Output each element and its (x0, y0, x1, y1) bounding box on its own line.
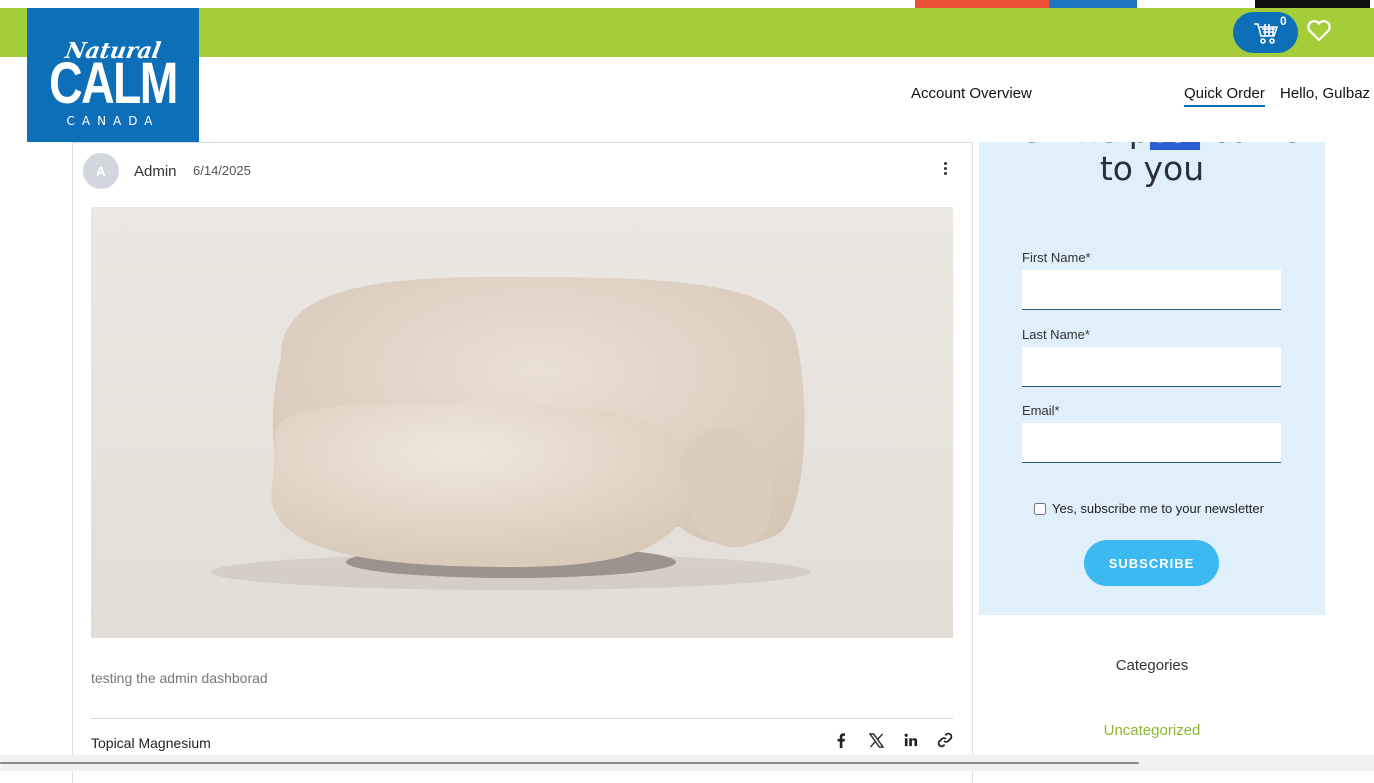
subscribe-button[interactable]: SUBSCRIBE (1084, 540, 1219, 586)
nav-quick-order[interactable]: Quick Order (1184, 85, 1265, 107)
top-strip-blue (1049, 0, 1137, 8)
post-excerpt: testing the admin dashborad (91, 670, 268, 686)
linkedin-icon (904, 733, 918, 747)
author-avatar[interactable]: A (83, 153, 119, 189)
post-category-link[interactable]: Topical Magnesium (91, 735, 211, 751)
share-linkedin-button[interactable] (902, 731, 920, 749)
more-options-button[interactable] (938, 160, 952, 176)
share-facebook-button[interactable] (832, 731, 850, 749)
share-x-button[interactable] (867, 731, 885, 749)
email-label: Email* (1022, 403, 1060, 418)
post-date: 6/14/2025 (193, 163, 251, 178)
x-icon (868, 732, 884, 748)
newsletter-title-part1: Let the p (1002, 111, 1150, 150)
first-name-field[interactable] (1022, 270, 1281, 310)
newsletter-title: Let the post come to you (979, 111, 1325, 188)
more-vertical-icon-dot (943, 161, 947, 165)
top-strip-black (1255, 0, 1370, 8)
facebook-icon (837, 732, 846, 748)
logo-word: CALM (49, 51, 178, 116)
last-name-label: Last Name* (1022, 327, 1090, 342)
first-name-label: First Name* (1022, 250, 1091, 265)
logo-subtitle: CANADA (66, 114, 160, 128)
cart-button[interactable] (1233, 12, 1298, 53)
post-cover-image[interactable] (91, 207, 953, 638)
categories-heading: Categories (1115, 657, 1189, 674)
sofa-illustration (211, 277, 811, 590)
link-icon (937, 732, 953, 748)
top-strip-red (915, 0, 1049, 8)
cart-icon (1253, 22, 1278, 44)
newsletter-consent-label: Yes, subscribe me to your newsletter (1052, 501, 1264, 516)
heart-icon (1307, 20, 1331, 42)
header-green-bar (0, 8, 1374, 57)
share-copy-link-button[interactable] (936, 731, 954, 749)
author-name[interactable]: Admin (134, 163, 177, 180)
email-field[interactable] (1022, 423, 1281, 463)
newsletter-consent[interactable]: Yes, subscribe me to your newsletter (1034, 501, 1264, 516)
newsletter-title-line2: to you (1099, 149, 1205, 188)
more-vertical-icon-dot (943, 171, 947, 175)
more-vertical-icon-dot (943, 166, 947, 170)
category-link-uncategorized[interactable]: Uncategorized (979, 722, 1325, 739)
wishlist-button[interactable] (1306, 19, 1332, 47)
newsletter-title-part2: come (1200, 111, 1302, 150)
horizontal-scrollbar-thumb[interactable] (0, 762, 1139, 764)
cart-count-badge: 0 (1280, 14, 1287, 28)
site-logo[interactable]: Natural CALM CANADA (27, 8, 199, 142)
nav-account-overview[interactable]: Account Overview (911, 85, 1032, 102)
post-divider (91, 718, 953, 719)
newsletter-title-selection: ost (1149, 111, 1201, 150)
nav-user-greeting[interactable]: Hello, Gulbaz (1280, 85, 1370, 102)
newsletter-consent-checkbox[interactable] (1034, 502, 1046, 515)
last-name-field[interactable] (1022, 347, 1281, 387)
